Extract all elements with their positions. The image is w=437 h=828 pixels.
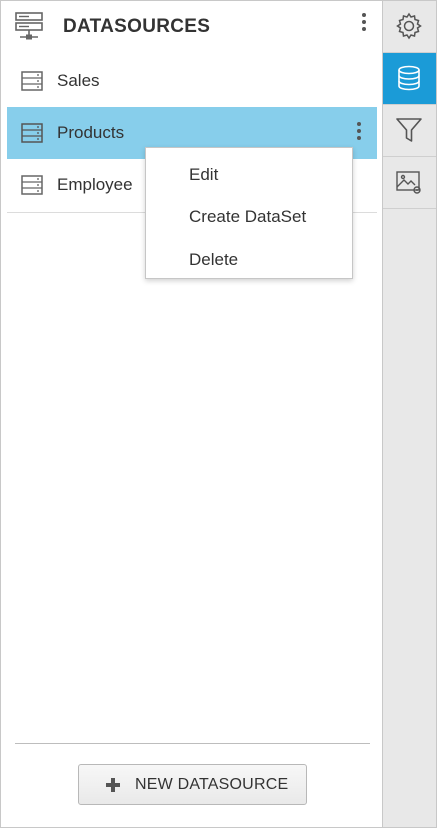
datasource-context-menu: Edit Create DataSet Delete	[145, 147, 353, 279]
datasource-icon	[21, 71, 43, 91]
properties-tool-button[interactable]	[383, 1, 436, 53]
menu-item-label: Edit	[189, 165, 219, 184]
footer-divider	[15, 743, 370, 744]
datasource-icon	[21, 123, 43, 143]
datasource-label: Sales	[57, 71, 100, 90]
menu-item-label: Create DataSet	[189, 207, 307, 226]
plus-icon	[106, 778, 120, 792]
datasource-icon	[21, 175, 43, 195]
panel-header: DATASOURCES	[1, 1, 382, 53]
menu-item-edit[interactable]: Edit	[146, 154, 352, 194]
report-designer-panel: DATASOURCES Sales Products Employee NEW …	[0, 0, 437, 828]
right-toolbar	[382, 1, 436, 827]
datasource-more-options-icon[interactable]	[355, 122, 363, 146]
panel-title: DATASOURCES	[63, 16, 211, 37]
new-datasource-label: NEW DATASOURCE	[135, 776, 289, 793]
datasources-panel: DATASOURCES Sales Products Employee NEW …	[1, 1, 382, 827]
database-icon	[398, 65, 420, 91]
menu-item-create-dataset[interactable]: Create DataSet	[146, 196, 352, 236]
datasource-label: Employee	[57, 175, 133, 194]
server-icon	[15, 12, 43, 40]
datasource-label: Products	[57, 123, 125, 142]
filter-icon	[396, 118, 422, 142]
gear-icon	[396, 12, 422, 40]
new-datasource-button[interactable]: NEW DATASOURCE	[78, 764, 307, 805]
datasource-tool-button[interactable]	[383, 53, 436, 105]
image-settings-tool-button[interactable]	[383, 157, 436, 209]
menu-item-delete[interactable]: Delete	[146, 239, 352, 279]
image-settings-icon	[396, 171, 421, 194]
panel-more-options-icon[interactable]	[360, 13, 368, 37]
datasource-item-sales[interactable]: Sales	[7, 55, 377, 107]
menu-item-label: Delete	[189, 250, 239, 269]
filter-tool-button[interactable]	[383, 105, 436, 157]
